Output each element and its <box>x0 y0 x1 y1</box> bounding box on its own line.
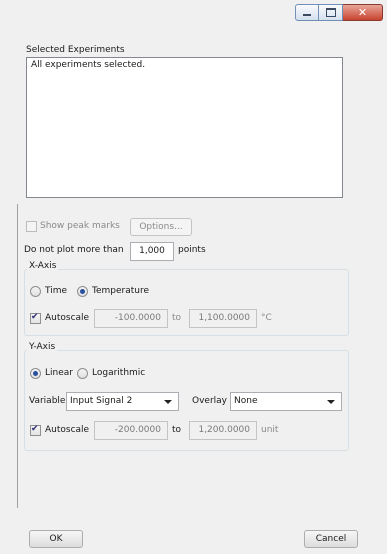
x-axis-group <box>24 269 349 336</box>
y-axis-title: Y-Axis <box>27 342 58 352</box>
minimize-button[interactable] <box>295 4 319 21</box>
logarithmic-radio[interactable] <box>77 368 88 379</box>
x-axis-title: X-Axis <box>27 261 59 271</box>
y-unit-label: unit <box>261 425 279 435</box>
caption-buttons: ✕ <box>295 4 383 22</box>
temperature-radio[interactable] <box>77 286 88 297</box>
variable-label: Variable <box>29 396 66 406</box>
experiments-list-item[interactable]: All experiments selected. <box>31 60 338 70</box>
time-radio-label[interactable]: Time <box>45 286 67 296</box>
close-icon: ✕ <box>357 6 368 19</box>
minimize-icon <box>303 14 311 16</box>
y-autoscale-checkbox[interactable] <box>30 424 41 436</box>
chevron-down-icon <box>327 400 335 404</box>
cancel-button[interactable]: Cancel <box>304 530 358 548</box>
options-button[interactable]: Options... <box>130 218 192 236</box>
temperature-radio-label[interactable]: Temperature <box>92 286 149 296</box>
y-to-label: to <box>172 425 182 435</box>
maximize-button[interactable] <box>319 4 343 21</box>
plot-limit-input[interactable]: 1,000 <box>130 242 174 261</box>
y-min-input[interactable]: -200.0000 <box>94 421 168 440</box>
vertical-divider <box>17 204 18 508</box>
x-to-label: to <box>172 313 182 323</box>
linear-radio-label[interactable]: Linear <box>45 368 73 378</box>
experiments-list[interactable]: All experiments selected. <box>26 57 343 198</box>
overlay-label: Overlay <box>192 396 227 406</box>
show-peak-marks-label: Show peak marks <box>40 221 120 231</box>
dialog-window: ✕ Selected Experiments All experiments s… <box>0 0 387 554</box>
x-unit-label: °C <box>261 313 272 323</box>
overlay-dropdown-value: None <box>234 396 258 406</box>
chevron-down-icon <box>164 400 172 404</box>
x-min-input[interactable]: -100.0000 <box>94 309 168 328</box>
close-button[interactable]: ✕ <box>343 4 383 21</box>
variable-dropdown[interactable]: Input Signal 2 <box>66 392 179 411</box>
y-autoscale-label[interactable]: Autoscale <box>45 425 89 435</box>
maximize-icon <box>325 8 336 17</box>
logarithmic-radio-label[interactable]: Logarithmic <box>92 368 145 378</box>
overlay-dropdown[interactable]: None <box>230 392 342 411</box>
plot-limit-prefix: Do not plot more than <box>24 245 124 255</box>
ok-button[interactable]: OK <box>29 530 83 548</box>
show-peak-marks-checkbox[interactable] <box>26 221 37 232</box>
selected-experiments-label: Selected Experiments <box>26 45 125 55</box>
x-max-input[interactable]: 1,100.0000 <box>189 309 257 328</box>
x-autoscale-checkbox[interactable] <box>30 312 41 324</box>
plot-limit-suffix: points <box>178 245 206 255</box>
y-max-input[interactable]: 1,200.0000 <box>189 421 257 440</box>
x-autoscale-label[interactable]: Autoscale <box>45 313 89 323</box>
linear-radio[interactable] <box>30 368 41 379</box>
time-radio[interactable] <box>30 286 41 297</box>
title-bar: ✕ <box>0 0 387 40</box>
variable-dropdown-value: Input Signal 2 <box>70 396 133 406</box>
